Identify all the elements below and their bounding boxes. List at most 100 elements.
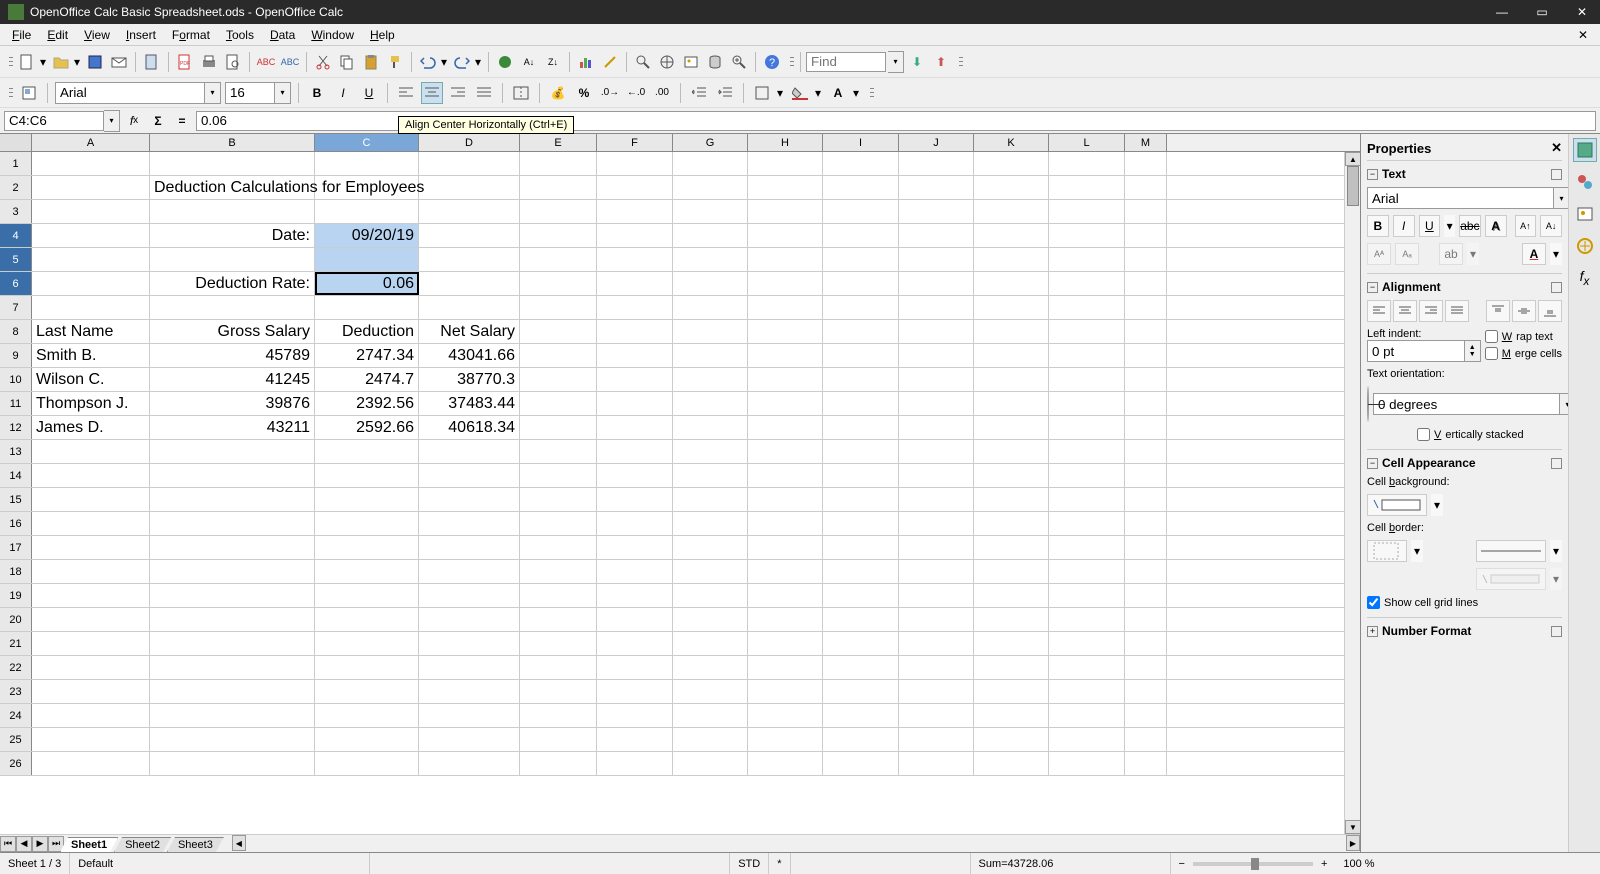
cell-A8[interactable]: Last Name: [32, 320, 150, 343]
cell-I9[interactable]: [823, 344, 899, 367]
cell-J26[interactable]: [899, 752, 974, 775]
font-name-combo[interactable]: ▾: [55, 82, 221, 104]
cell-M6[interactable]: [1125, 272, 1167, 295]
cell-C9[interactable]: 2747.34: [315, 344, 419, 367]
cell-L15[interactable]: [1049, 488, 1125, 511]
cell-C26[interactable]: [315, 752, 419, 775]
cell-L23[interactable]: [1049, 680, 1125, 703]
hscroll-left-button[interactable]: ◀: [232, 835, 246, 851]
first-sheet-button[interactable]: ⏮: [0, 836, 16, 852]
cell-A10[interactable]: Wilson C.: [32, 368, 150, 391]
cell-F20[interactable]: [597, 608, 673, 631]
row-header-7[interactable]: 7: [0, 296, 32, 319]
cell-B11[interactable]: 39876: [150, 392, 315, 415]
cell-L1[interactable]: [1049, 152, 1125, 175]
open-button[interactable]: [50, 51, 72, 73]
cell-C13[interactable]: [315, 440, 419, 463]
show-draw-button[interactable]: [599, 51, 621, 73]
col-header-M[interactable]: M: [1125, 134, 1167, 151]
increase-indent-button[interactable]: [714, 82, 736, 104]
cell-J15[interactable]: [899, 488, 974, 511]
cell-G1[interactable]: [673, 152, 748, 175]
cell-M20[interactable]: [1125, 608, 1167, 631]
cell-L8[interactable]: [1049, 320, 1125, 343]
cell-B26[interactable]: [150, 752, 315, 775]
orientation-combo[interactable]: ▾: [1373, 393, 1568, 415]
col-header-H[interactable]: H: [748, 134, 823, 151]
cell-B8[interactable]: Gross Salary: [150, 320, 315, 343]
cell-L3[interactable]: [1049, 200, 1125, 223]
close-button[interactable]: ✕: [1572, 2, 1592, 22]
cell-G22[interactable]: [673, 656, 748, 679]
cell-J7[interactable]: [899, 296, 974, 319]
cell-L16[interactable]: [1049, 512, 1125, 535]
cell-F22[interactable]: [597, 656, 673, 679]
section-text-more[interactable]: [1551, 169, 1562, 180]
cell-A13[interactable]: [32, 440, 150, 463]
find-input[interactable]: [806, 52, 886, 72]
cell-K16[interactable]: [974, 512, 1049, 535]
cell-D13[interactable]: [419, 440, 520, 463]
bg-color-button[interactable]: [789, 82, 811, 104]
cell-K26[interactable]: [974, 752, 1049, 775]
cell-C8[interactable]: Deduction: [315, 320, 419, 343]
status-style[interactable]: Default: [70, 853, 370, 874]
row-header-25[interactable]: 25: [0, 728, 32, 751]
cell-D10[interactable]: 38770.3: [419, 368, 520, 391]
cell-J11[interactable]: [899, 392, 974, 415]
cell-G20[interactable]: [673, 608, 748, 631]
cell-H24[interactable]: [748, 704, 823, 727]
section-text-header[interactable]: − Text: [1367, 165, 1562, 183]
cell-J14[interactable]: [899, 464, 974, 487]
row-header-23[interactable]: 23: [0, 680, 32, 703]
cell-K7[interactable]: [974, 296, 1049, 319]
row-header-6[interactable]: 6: [0, 272, 32, 295]
cell-M17[interactable]: [1125, 536, 1167, 559]
cell-H25[interactable]: [748, 728, 823, 751]
cell-D25[interactable]: [419, 728, 520, 751]
sb-valign-bottom[interactable]: [1538, 300, 1562, 322]
sheet-tab-sheet1[interactable]: Sheet1: [60, 837, 118, 852]
cell-M26[interactable]: [1125, 752, 1167, 775]
cell-B6[interactable]: Deduction Rate:: [150, 272, 315, 295]
row-header-24[interactable]: 24: [0, 704, 32, 727]
cell-H3[interactable]: [748, 200, 823, 223]
cell-E3[interactable]: [520, 200, 597, 223]
cell-L18[interactable]: [1049, 560, 1125, 583]
cell-F18[interactable]: [597, 560, 673, 583]
cell-A16[interactable]: [32, 512, 150, 535]
section-alignment-header[interactable]: − Alignment: [1367, 278, 1562, 296]
cell-H18[interactable]: [748, 560, 823, 583]
find-prev-button[interactable]: ⬆: [930, 51, 952, 73]
cell-L22[interactable]: [1049, 656, 1125, 679]
sidebar-close-button[interactable]: ✕: [1551, 140, 1562, 156]
cell-E12[interactable]: [520, 416, 597, 439]
cell-D18[interactable]: [419, 560, 520, 583]
cell-F9[interactable]: [597, 344, 673, 367]
cell-M19[interactable]: [1125, 584, 1167, 607]
cell-E23[interactable]: [520, 680, 597, 703]
spellcheck-button[interactable]: ABC: [255, 51, 277, 73]
cell-E4[interactable]: [520, 224, 597, 247]
cell-bg-color-button[interactable]: [1367, 494, 1427, 516]
cell-K8[interactable]: [974, 320, 1049, 343]
font-size-input[interactable]: [225, 82, 275, 104]
sheet-tab-sheet3[interactable]: Sheet3: [167, 837, 224, 852]
cell-H22[interactable]: [748, 656, 823, 679]
menu-tools[interactable]: Tools: [218, 26, 262, 44]
sb-valign-middle[interactable]: [1512, 300, 1536, 322]
col-header-G[interactable]: G: [673, 134, 748, 151]
cell-E21[interactable]: [520, 632, 597, 655]
cell-C12[interactable]: 2592.66: [315, 416, 419, 439]
cell-M2[interactable]: [1125, 176, 1167, 199]
cell-C20[interactable]: [315, 608, 419, 631]
cell-M22[interactable]: [1125, 656, 1167, 679]
cell-C7[interactable]: [315, 296, 419, 319]
cell-A25[interactable]: [32, 728, 150, 751]
redo-button[interactable]: [451, 51, 473, 73]
sidebar-subscript-button[interactable]: Aₐ: [1395, 243, 1419, 265]
cell-G10[interactable]: [673, 368, 748, 391]
remove-decimal-button[interactable]: ←.0: [625, 82, 647, 104]
cell-B23[interactable]: [150, 680, 315, 703]
cell-J16[interactable]: [899, 512, 974, 535]
